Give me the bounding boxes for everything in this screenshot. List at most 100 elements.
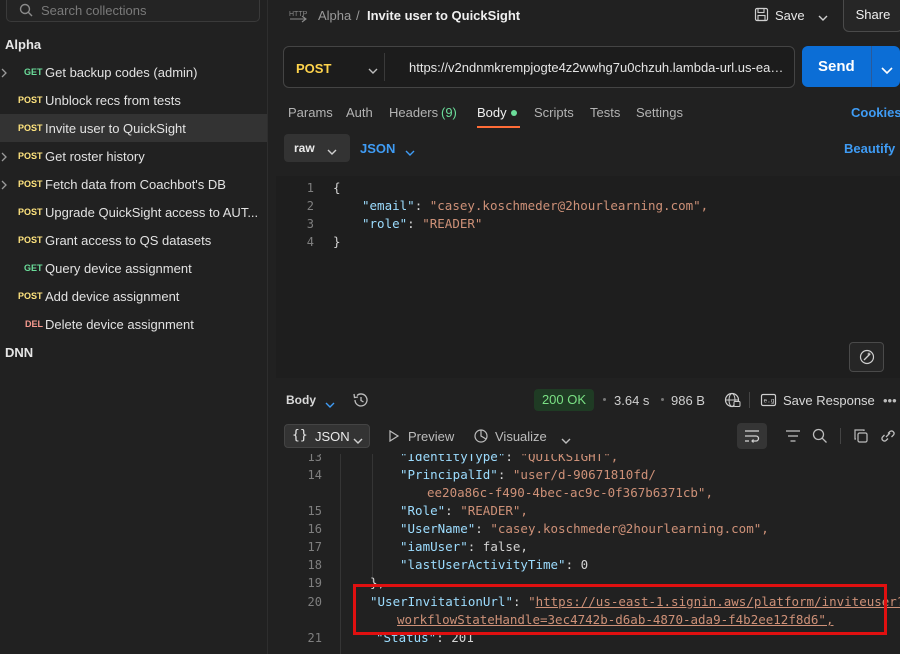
- history-icon[interactable]: [352, 392, 369, 411]
- response-body-label[interactable]: Body: [286, 393, 316, 407]
- chevron-right-icon[interactable]: [0, 66, 8, 81]
- method-badge: DEL: [25, 319, 43, 329]
- json-key: "lastUserActivityTime": [400, 557, 566, 572]
- tab-active-indicator: [477, 126, 520, 128]
- send-button[interactable]: Send: [802, 46, 900, 87]
- divider: [749, 392, 750, 408]
- sidebar-item-invite-user[interactable]: POST Invite user to QuickSight: [0, 114, 267, 142]
- sidebar-item-delete-device[interactable]: DEL Delete device assignment: [0, 310, 267, 338]
- headers-count: (9): [441, 105, 457, 120]
- code-line: "UserName": "casey.koschmeder@2hourlearn…: [400, 521, 769, 536]
- code-line: "lastUserActivityTime": 0: [400, 557, 589, 572]
- breadcrumb-collection[interactable]: Alpha: [318, 8, 351, 23]
- sidebar-item-upgrade-quicksight[interactable]: POST Upgrade QuickSight access to AUT...: [0, 198, 267, 226]
- search-collections-input[interactable]: Search collections: [6, 0, 260, 22]
- visualize-button[interactable]: Visualize: [495, 429, 547, 444]
- line-number: 17: [307, 540, 322, 554]
- sidebar-item-grant-access[interactable]: POST Grant access to QS datasets: [0, 226, 267, 254]
- json-key: "PrincipalId": [400, 467, 498, 482]
- dot-separator: [661, 398, 664, 401]
- json-key: "UserName": [400, 521, 476, 536]
- page-title[interactable]: Invite user to QuickSight: [367, 8, 520, 23]
- indent-guide: [340, 454, 341, 654]
- code-line: "Role": "READER",: [400, 503, 528, 518]
- sidebar-item-get-roster-history[interactable]: POST Get roster history: [0, 142, 267, 170]
- tab-headers[interactable]: Headers: [389, 105, 438, 120]
- code-line-wrapped: ee20a86c-f490-4bec-ac9c-0f367b6371cb",: [427, 485, 713, 500]
- request-body-editor[interactable]: 1 { 2 "email": "casey.koschmeder@2hourle…: [276, 176, 900, 378]
- cookies-link[interactable]: Cookies: [851, 105, 900, 120]
- code-line: "iamUser": false,: [400, 539, 528, 554]
- chevron-down-icon: [327, 144, 337, 159]
- send-label: Send: [818, 58, 855, 75]
- braces-icon: {}: [292, 428, 308, 443]
- search-icon: [19, 3, 33, 20]
- line-number: 2: [306, 199, 314, 213]
- sidebar-item-query-device[interactable]: GET Query device assignment: [0, 254, 267, 282]
- share-button[interactable]: Share: [843, 0, 900, 32]
- body-mode-select[interactable]: raw: [284, 134, 350, 162]
- indent-guide: [372, 454, 373, 582]
- wrap-lines-button[interactable]: [737, 423, 767, 449]
- filter-icon[interactable]: [785, 429, 801, 446]
- json-value: "QUICKSIGHT",: [520, 454, 619, 464]
- chevron-down-icon[interactable]: [325, 397, 335, 412]
- tab-scripts[interactable]: Scripts: [534, 105, 574, 120]
- chevron-right-icon[interactable]: [0, 178, 8, 193]
- chevron-right-icon[interactable]: [0, 150, 8, 165]
- chevron-down-icon[interactable]: [818, 10, 828, 25]
- globe-icon[interactable]: [724, 392, 741, 411]
- save-response-button[interactable]: Save Response: [783, 393, 875, 408]
- method-badge: POST: [18, 207, 43, 217]
- chevron-down-icon[interactable]: [561, 433, 571, 448]
- tab-params[interactable]: Params: [288, 105, 333, 120]
- collection-dnn[interactable]: DNN: [5, 345, 33, 360]
- response-size[interactable]: 986 B: [671, 393, 705, 408]
- sidebar-item-add-device[interactable]: POST Add device assignment: [0, 282, 267, 310]
- chevron-down-icon[interactable]: [405, 145, 415, 160]
- status-badge[interactable]: 200 OK: [534, 389, 594, 411]
- response-view-select[interactable]: {} JSON: [284, 424, 370, 448]
- beautify-link[interactable]: Beautify: [844, 141, 895, 156]
- link-icon[interactable]: [879, 428, 897, 447]
- method-select[interactable]: POST: [296, 61, 331, 76]
- sidebar-item-label: Unblock recs from tests: [45, 93, 181, 108]
- json-key: "email": [362, 198, 415, 213]
- collection-alpha[interactable]: Alpha: [5, 37, 41, 52]
- sidebar-item-get-backup-codes[interactable]: GET Get backup codes (admin): [0, 58, 267, 86]
- line-number: 1: [306, 181, 314, 195]
- copy-icon[interactable]: [853, 428, 869, 447]
- json-key: "iamUser": [400, 539, 468, 554]
- body-language-select[interactable]: JSON: [360, 141, 395, 156]
- sidebar-item-label: Upgrade QuickSight access to AUT...: [45, 205, 259, 220]
- code-line: "role": "READER": [362, 216, 483, 231]
- tab-tests[interactable]: Tests: [590, 105, 620, 120]
- divider: [871, 46, 872, 87]
- preview-button[interactable]: Preview: [408, 429, 454, 444]
- ai-assist-button[interactable]: [849, 342, 884, 372]
- code-line: {: [333, 180, 341, 195]
- code-line: "IdentityType": "QUICKSIGHT",: [400, 454, 618, 464]
- chevron-down-icon[interactable]: [881, 62, 893, 79]
- sidebar-item-fetch-coachbot[interactable]: POST Fetch data from Coachbot's DB: [0, 170, 267, 198]
- search-icon[interactable]: [812, 428, 828, 447]
- method-badge: GET: [24, 263, 43, 273]
- code-line: "email": "casey.koschmeder@2hourlearning…: [362, 198, 709, 213]
- chevron-down-icon[interactable]: [368, 63, 378, 78]
- body-indicator-dot: [511, 110, 517, 116]
- tab-auth[interactable]: Auth: [346, 105, 373, 120]
- method-badge: POST: [18, 151, 43, 161]
- url-input[interactable]: https://v2ndnmkrempjogte4z2wwhg7u0chzuh.…: [409, 60, 789, 75]
- json-value: "READER": [422, 216, 483, 231]
- response-time[interactable]: 3.64 s: [614, 393, 649, 408]
- line-number: 21: [307, 631, 322, 645]
- save-icon: [754, 7, 769, 25]
- sidebar-item-unblock-recs[interactable]: POST Unblock recs from tests: [0, 86, 267, 114]
- more-options-icon[interactable]: •••: [883, 393, 897, 408]
- json-value: "READER",: [460, 503, 528, 518]
- sidebar-item-label: Add device assignment: [45, 289, 180, 304]
- save-button[interactable]: Save: [752, 0, 836, 30]
- tab-settings[interactable]: Settings: [636, 105, 683, 120]
- tab-body[interactable]: Body: [477, 105, 507, 120]
- body-mode-label: raw: [294, 141, 315, 155]
